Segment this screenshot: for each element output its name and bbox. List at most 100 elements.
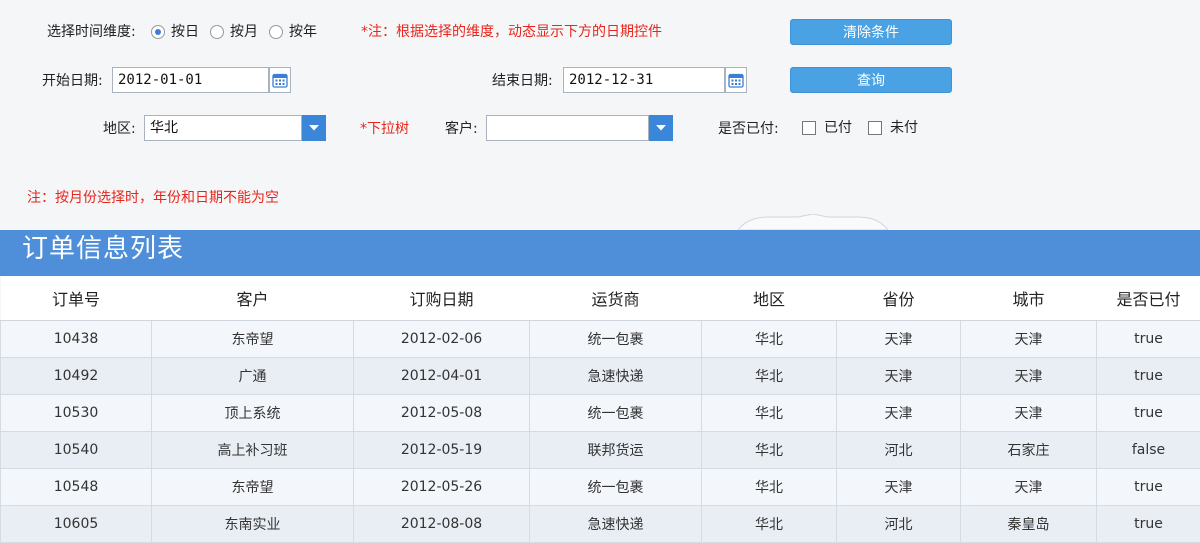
calendar-icon xyxy=(272,72,288,88)
chevron-down-icon xyxy=(655,124,667,132)
region-label: 地区: xyxy=(103,120,136,138)
column-header-paid[interactable]: 是否已付 xyxy=(1097,276,1200,321)
customer-label: 客户: xyxy=(445,120,478,138)
cell-city: 秦皇岛 xyxy=(961,506,1097,543)
paid-label: 是否已付: xyxy=(718,120,779,138)
list-title: 订单信息列表 xyxy=(22,231,184,267)
cell-province: 河北 xyxy=(837,506,961,543)
paid-checkbox[interactable]: 已付 xyxy=(802,119,852,137)
cell-region: 华北 xyxy=(702,432,837,469)
chevron-down-icon xyxy=(308,124,320,132)
cell-customer: 广通 xyxy=(152,358,354,395)
region-dropdown-button[interactable] xyxy=(302,115,326,141)
cell-paid: true xyxy=(1097,469,1200,506)
start-date-picker[interactable] xyxy=(269,67,291,93)
dimension-label: 选择时间维度: xyxy=(47,23,136,41)
order-table: 订单号 客户 订购日期 运货商 地区 省份 城市 是否已付 10438 东帝望 … xyxy=(0,276,1200,543)
cell-shipper: 联邦货运 xyxy=(530,432,702,469)
cell-order-id: 10605 xyxy=(1,506,152,543)
cell-province: 河北 xyxy=(837,432,961,469)
radio-label: 按日 xyxy=(171,23,199,41)
region-note: *下拉树 xyxy=(360,120,409,138)
checkbox-icon xyxy=(868,121,882,135)
cell-city: 天津 xyxy=(961,321,1097,358)
column-header-province[interactable]: 省份 xyxy=(837,276,961,321)
start-date-label: 开始日期: xyxy=(42,72,103,90)
end-date-label: 结束日期: xyxy=(492,72,553,90)
cell-paid: true xyxy=(1097,358,1200,395)
cell-paid: true xyxy=(1097,506,1200,543)
radio-label: 按年 xyxy=(289,23,317,41)
cell-province: 天津 xyxy=(837,321,961,358)
table-row[interactable]: 10548 东帝望 2012-05-26 统一包裹 华北 天津 天津 true xyxy=(1,469,1200,506)
cell-order-id: 10540 xyxy=(1,432,152,469)
cell-order-date: 2012-08-08 xyxy=(354,506,530,543)
cell-city: 石家庄 xyxy=(961,432,1097,469)
cell-order-id: 10492 xyxy=(1,358,152,395)
cell-shipper: 统一包裹 xyxy=(530,395,702,432)
column-header-city[interactable]: 城市 xyxy=(961,276,1097,321)
checkbox-label: 已付 xyxy=(824,119,852,137)
cell-province: 天津 xyxy=(837,395,961,432)
collapse-handle[interactable] xyxy=(738,214,888,230)
clear-conditions-button[interactable]: 清除条件 xyxy=(790,19,952,45)
column-header-order-id[interactable]: 订单号 xyxy=(1,276,152,321)
cell-paid: false xyxy=(1097,432,1200,469)
cell-region: 华北 xyxy=(702,506,837,543)
table-header-row: 订单号 客户 订购日期 运货商 地区 省份 城市 是否已付 xyxy=(1,276,1200,321)
cell-province: 天津 xyxy=(837,358,961,395)
cell-customer: 顶上系统 xyxy=(152,395,354,432)
cell-customer: 东帝望 xyxy=(152,321,354,358)
cell-paid: true xyxy=(1097,395,1200,432)
checkbox-label: 未付 xyxy=(890,119,918,137)
dimension-note: *注：根据选择的维度，动态显示下方的日期控件 xyxy=(361,23,662,41)
table-row[interactable]: 10438 东帝望 2012-02-06 统一包裹 华北 天津 天津 true xyxy=(1,321,1200,358)
radio-icon xyxy=(269,25,283,39)
cell-order-date: 2012-04-01 xyxy=(354,358,530,395)
customer-dropdown-button[interactable] xyxy=(649,115,673,141)
customer-select[interactable] xyxy=(486,115,649,141)
collapse-arrow-icon xyxy=(738,214,888,230)
region-select[interactable]: 华北 xyxy=(144,115,302,141)
cell-paid: true xyxy=(1097,321,1200,358)
column-header-customer[interactable]: 客户 xyxy=(152,276,354,321)
unpaid-checkbox[interactable]: 未付 xyxy=(868,119,918,137)
table-row[interactable]: 10540 高上补习班 2012-05-19 联邦货运 华北 河北 石家庄 fa… xyxy=(1,432,1200,469)
table-row[interactable]: 10605 东南实业 2012-08-08 急速快递 华北 河北 秦皇岛 tru… xyxy=(1,506,1200,543)
cell-shipper: 统一包裹 xyxy=(530,321,702,358)
cell-shipper: 统一包裹 xyxy=(530,469,702,506)
cell-region: 华北 xyxy=(702,469,837,506)
end-date-input[interactable]: 2012-12-31 xyxy=(563,67,725,93)
table-row[interactable]: 10492 广通 2012-04-01 急速快递 华北 天津 天津 true xyxy=(1,358,1200,395)
cell-region: 华北 xyxy=(702,321,837,358)
cell-customer: 东南实业 xyxy=(152,506,354,543)
cell-city: 天津 xyxy=(961,395,1097,432)
cell-order-date: 2012-02-06 xyxy=(354,321,530,358)
cell-region: 华北 xyxy=(702,395,837,432)
column-header-order-date[interactable]: 订购日期 xyxy=(354,276,530,321)
radio-icon xyxy=(210,25,224,39)
cell-shipper: 急速快递 xyxy=(530,358,702,395)
column-header-shipper[interactable]: 运货商 xyxy=(530,276,702,321)
column-header-region[interactable]: 地区 xyxy=(702,276,837,321)
cell-shipper: 急速快递 xyxy=(530,506,702,543)
query-button[interactable]: 查询 xyxy=(790,67,952,93)
cell-city: 天津 xyxy=(961,469,1097,506)
cell-order-date: 2012-05-19 xyxy=(354,432,530,469)
radio-by-day[interactable]: 按日 xyxy=(151,23,199,41)
start-date-input[interactable]: 2012-01-01 xyxy=(112,67,269,93)
cell-province: 天津 xyxy=(837,469,961,506)
cell-customer: 高上补习班 xyxy=(152,432,354,469)
end-date-picker[interactable] xyxy=(725,67,747,93)
calendar-icon xyxy=(728,72,744,88)
month-note: 注：按月份选择时，年份和日期不能为空 xyxy=(27,189,279,207)
cell-order-id: 10548 xyxy=(1,469,152,506)
cell-order-id: 10438 xyxy=(1,321,152,358)
radio-by-month[interactable]: 按月 xyxy=(210,23,258,41)
cell-customer: 东帝望 xyxy=(152,469,354,506)
table-row[interactable]: 10530 顶上系统 2012-05-08 统一包裹 华北 天津 天津 true xyxy=(1,395,1200,432)
radio-by-year[interactable]: 按年 xyxy=(269,23,317,41)
radio-label: 按月 xyxy=(230,23,258,41)
cell-order-id: 10530 xyxy=(1,395,152,432)
checkbox-icon xyxy=(802,121,816,135)
